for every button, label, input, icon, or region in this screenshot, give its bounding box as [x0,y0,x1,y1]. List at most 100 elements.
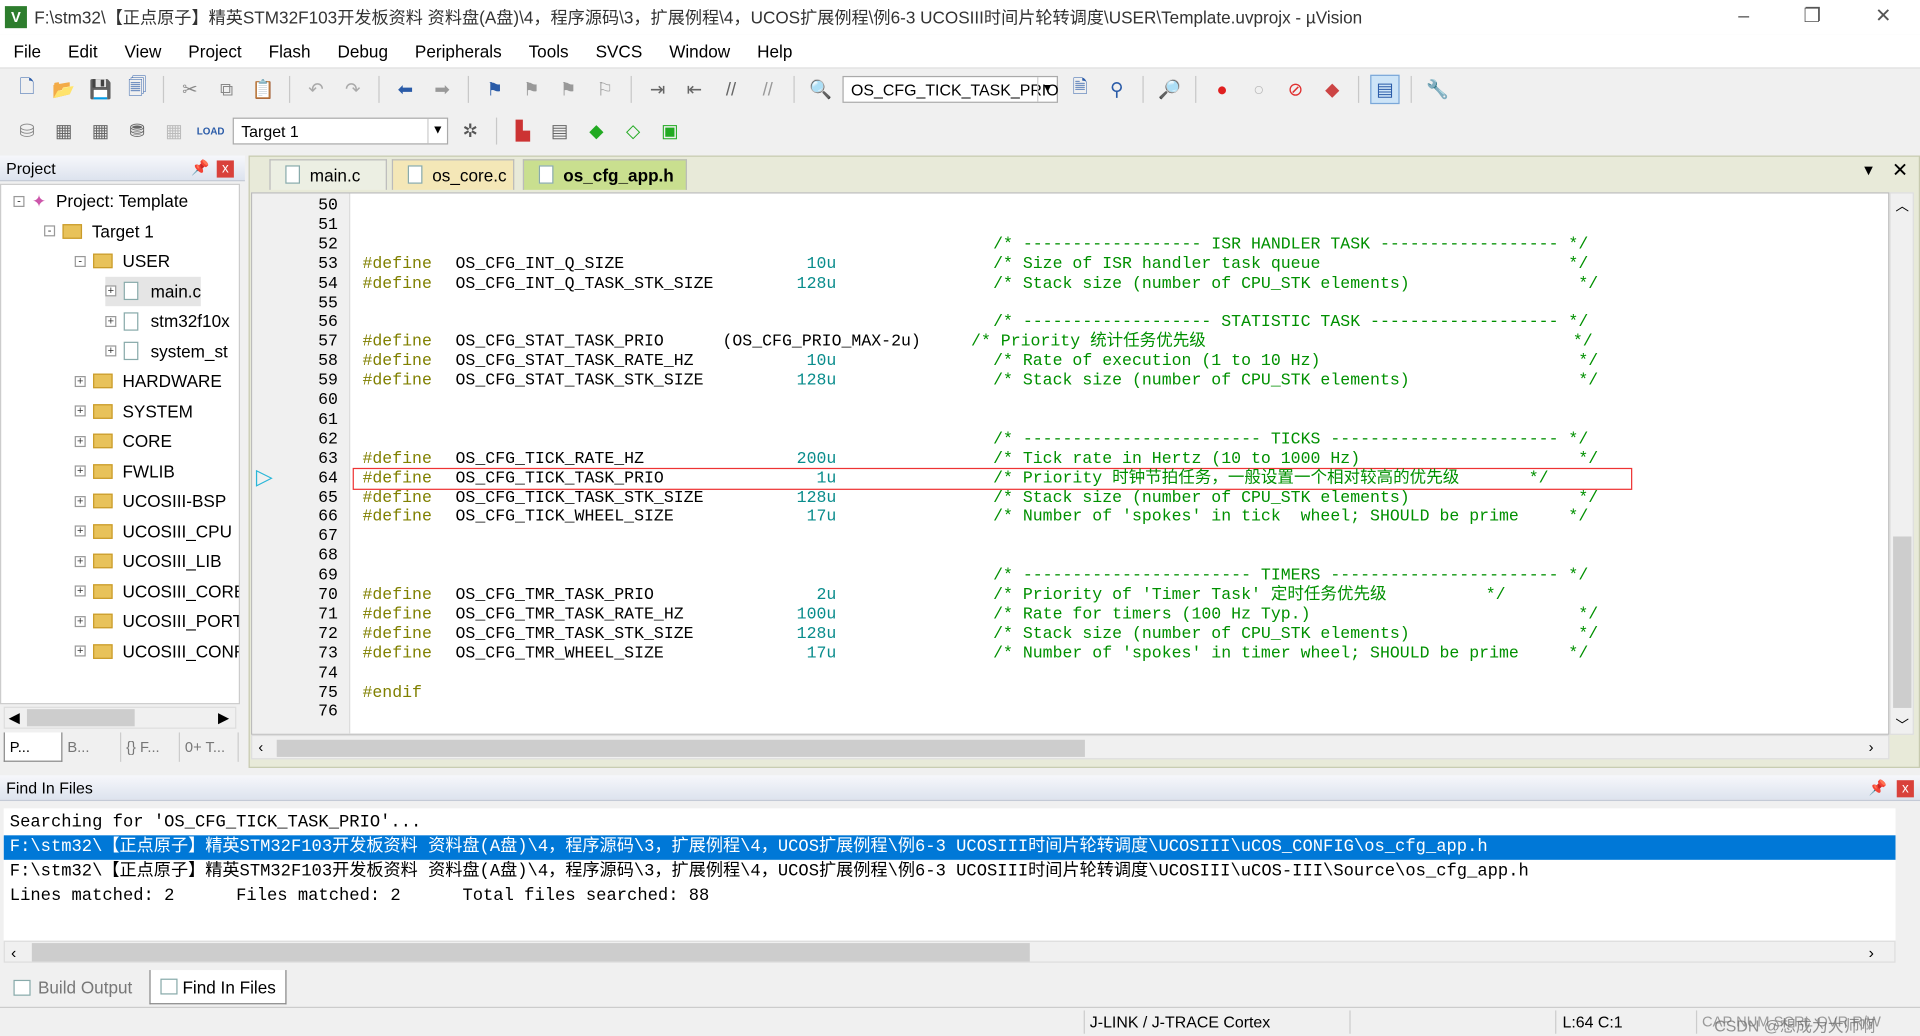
tree-item[interactable]: + stm32f10x [105,306,230,335]
tab-find-in-files[interactable]: Find In Files [149,970,287,1005]
menu-tools[interactable]: Tools [515,41,582,61]
debug-icon[interactable]: 🔎 [1155,75,1184,104]
unindent-icon[interactable]: ⇤ [680,75,709,104]
tab-build-output[interactable]: Build Output [4,970,142,1004]
expand-icon[interactable]: + [74,585,86,597]
collapse-icon[interactable]: - [74,255,86,267]
expand-icon[interactable]: + [74,465,86,477]
collapse-icon[interactable]: - [13,195,25,207]
menu-help[interactable]: Help [744,41,806,61]
uncomment-icon[interactable]: // [753,75,782,104]
incremental-find-icon[interactable]: ⚲ [1102,75,1131,104]
maximize-button[interactable]: ❐ [1778,0,1847,34]
tab-main-c[interactable]: main.c [269,159,387,190]
tab-list-icon[interactable]: ▼ [1861,162,1876,179]
breakpoint-icon[interactable]: ● [1207,75,1236,104]
tab-os_cfg_app-h[interactable]: os_cfg_app.h [522,159,687,190]
clear-bookmarks-icon[interactable]: ⚐ [590,75,619,104]
tree-item[interactable]: + UCOSIII_CONFIG [74,636,239,665]
manage-components-icon[interactable]: ▙ [508,116,537,145]
tree-item[interactable]: + SYSTEM [74,396,193,425]
expand-icon[interactable]: + [74,615,86,627]
translate-icon[interactable]: ⛁ [12,116,41,145]
expand-icon[interactable]: + [74,555,86,567]
menu-project[interactable]: Project [175,41,255,61]
expand-icon[interactable]: + [105,315,117,327]
menu-flash[interactable]: Flash [255,41,324,61]
config-breakpoints-icon[interactable]: ◆ [1318,75,1347,104]
project-hscrollbar[interactable]: ◀ ▶ [3,706,237,729]
open-icon[interactable]: 📂 [49,75,78,104]
menu-view[interactable]: View [111,41,175,61]
new-file-icon[interactable]: 🗋 [12,75,41,104]
save-icon[interactable]: 💾 [86,75,115,104]
project-tab[interactable]: B... [62,732,122,762]
rebuild-icon[interactable]: ▦ [86,116,115,145]
menu-edit[interactable]: Edit [55,41,111,61]
tree-item[interactable]: - Target 1 [44,216,154,245]
tree-item[interactable]: + UCOSIII_CORE [74,576,239,605]
close-editor-icon[interactable]: ✕ [1892,158,1908,182]
prev-bookmark-icon[interactable]: ⚑ [517,75,546,104]
stop-build-icon[interactable]: ▦ [159,116,188,145]
expand-icon[interactable]: + [74,405,86,417]
find-icon[interactable]: 🗎 [1065,75,1094,104]
menu-peripherals[interactable]: Peripherals [401,41,515,61]
find-hscrollbar[interactable]: ‹ › [3,940,1896,963]
expand-icon[interactable]: + [74,525,86,537]
wrench-icon[interactable]: 🔧 [1423,75,1452,104]
menu-svcs[interactable]: SVCS [582,41,656,61]
chevron-down-icon[interactable]: ▼ [1037,77,1057,102]
search-result[interactable]: F:\stm32\【正点原子】精英STM32F103开发板资料 资料盘(A盘)\… [4,860,1896,884]
project-tab[interactable]: 0+ T... [180,732,239,762]
menu-file[interactable]: File [0,41,55,61]
minimize-button[interactable]: – [1709,0,1778,34]
window-layout-icon[interactable]: ▤ [1370,74,1400,105]
pin-icon[interactable]: 📌 [1869,779,1887,796]
build-icon[interactable]: ▦ [49,116,78,145]
next-bookmark-icon[interactable]: ⚑ [553,75,582,104]
save-all-icon[interactable]: 🗐 [122,75,151,104]
comment-icon[interactable]: // [716,75,745,104]
close-pane-icon[interactable]: x [216,160,234,178]
tree-item[interactable]: - USER [74,246,170,275]
pin-icon[interactable]: 📌 [191,159,209,176]
tree-item[interactable]: + UCOSIII_LIB [74,546,222,575]
download-icon[interactable]: LOAD [196,116,225,145]
editor-vscrollbar[interactable]: ︿ ﹀ [1889,192,1914,735]
chevron-down-icon[interactable]: ▼ [427,118,447,144]
tree-item[interactable]: + UCOSIII-BSP [74,486,226,515]
undo-icon[interactable]: ↶ [301,75,330,104]
bookmark-icon[interactable]: ⚑ [480,75,509,104]
tree-item[interactable]: + UCOSIII_CPU [74,516,232,545]
find-results[interactable]: Searching for 'OS_CFG_TICK_TASK_PRIO'...… [3,808,1896,944]
target-options-icon[interactable]: ✲ [456,116,485,145]
tree-item[interactable]: + CORE [74,426,172,455]
close-button[interactable]: ✕ [1849,0,1918,34]
tree-item[interactable]: + UCOSIII_PORT [74,606,239,635]
disable-breakpoint-icon[interactable]: ○ [1244,75,1273,104]
nav-forward-icon[interactable]: ➡ [427,75,456,104]
expand-icon[interactable]: + [74,645,86,657]
expand-icon[interactable]: + [105,345,117,357]
target-select[interactable]: Target 1 ▼ [232,117,449,145]
editor-hscrollbar[interactable]: ‹ › [251,734,1890,760]
indent-icon[interactable]: ⇥ [643,75,672,104]
code-editor[interactable]: ▷ 50 51 52/* ------------------ ISR HANDLE… [251,192,1890,735]
find-in-files-icon[interactable]: 🔍 [806,75,835,104]
redo-icon[interactable]: ↷ [338,75,367,104]
close-pane-icon[interactable]: x [1896,780,1914,798]
menu-window[interactable]: Window [656,41,744,61]
nav-back-icon[interactable]: ⬅ [391,75,420,104]
select-software-packs-icon[interactable]: ◇ [618,116,647,145]
expand-icon[interactable]: + [105,285,117,297]
file-extensions-icon[interactable]: ▤ [545,116,574,145]
tab-os_core-c[interactable]: os_core.c [391,159,515,190]
expand-icon[interactable]: + [74,375,86,387]
tree-item[interactable]: - ✦ Project: Template [13,186,188,215]
tree-item[interactable]: + FWLIB [74,456,175,485]
copy-icon[interactable]: ⧉ [212,75,241,104]
tree-item[interactable]: + system_st [105,336,228,365]
cut-icon[interactable]: ✂ [175,75,204,104]
search-result[interactable]: F:\stm32\【正点原子】精英STM32F103开发板资料 资料盘(A盘)\… [3,835,1896,860]
